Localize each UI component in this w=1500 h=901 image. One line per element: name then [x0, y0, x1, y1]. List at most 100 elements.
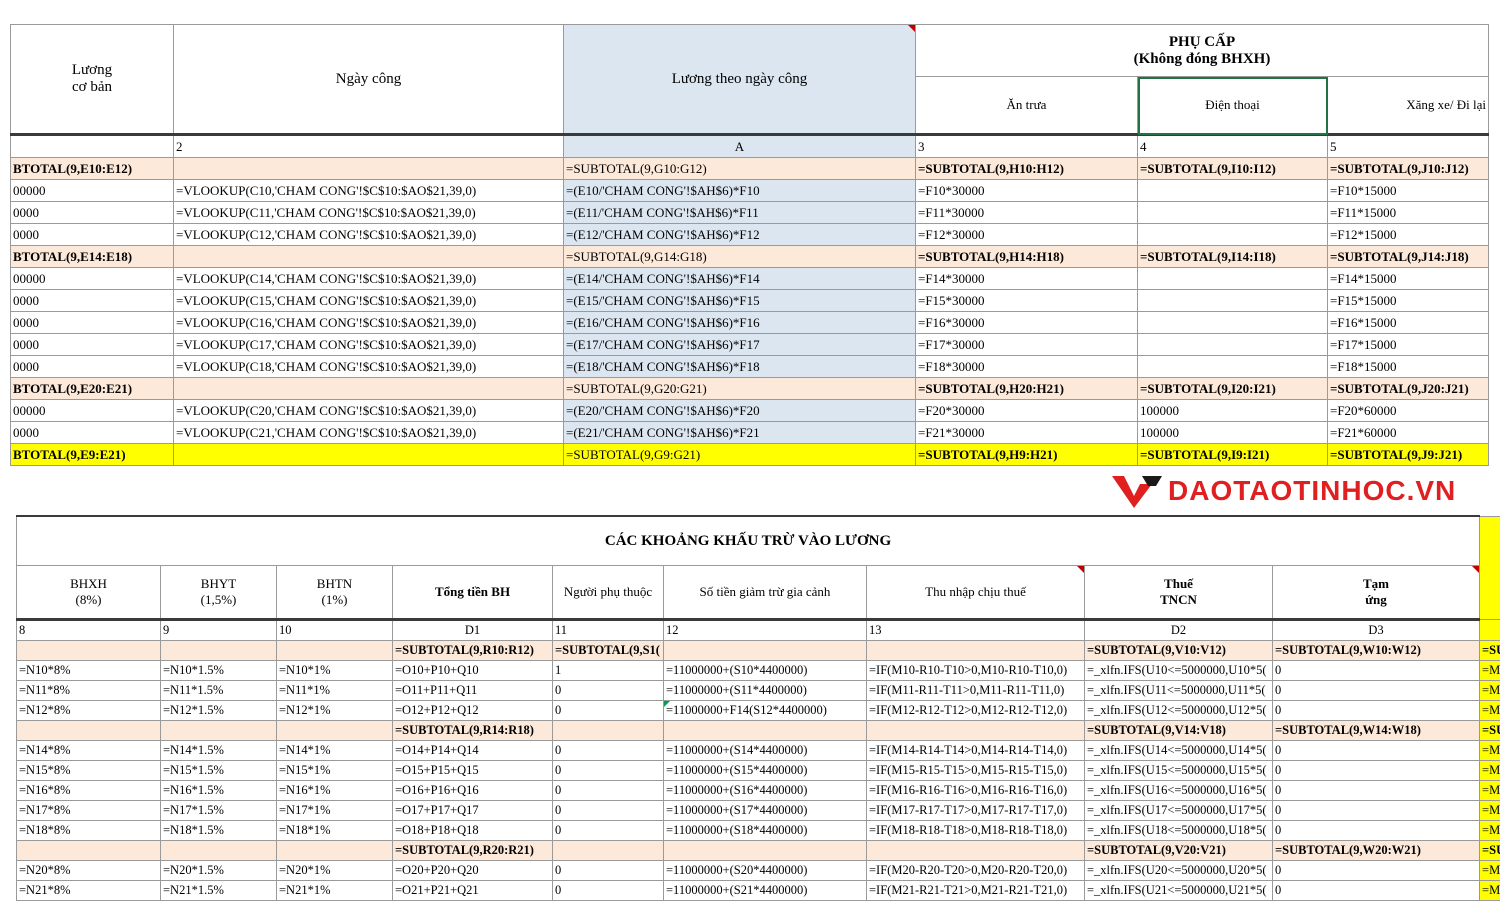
cell[interactable]: =_xlfn.IFS(U21<=5000000,U21*5( — [1085, 881, 1273, 901]
cell[interactable]: =SUBTOTAL(9,I10:I12) — [1138, 158, 1328, 180]
index-cell[interactable]: 8 — [17, 620, 161, 641]
yellow-column-cell[interactable]: =M — [1480, 801, 1500, 821]
header-ngay-cong[interactable]: Ngày công — [174, 25, 564, 135]
header-thu-nhap-chiu-thue[interactable]: Thu nhập chịu thuế — [867, 566, 1085, 620]
header-bhtn[interactable]: BHTN (1%) — [277, 566, 393, 620]
cell[interactable]: =VLOOKUP(C16,'CHAM CONG'!$C$10:$AO$21,39… — [174, 312, 564, 334]
cell[interactable]: =O12+P12+Q12 — [393, 701, 553, 721]
header-xang-xe[interactable]: Xăng xe/ Đi lại — [1328, 77, 1489, 135]
cell[interactable]: =(E14/'CHAM CONG'!$AH$6)*F14 — [564, 268, 916, 290]
cell[interactable]: =O17+P17+Q17 — [393, 801, 553, 821]
header-bhxh[interactable]: BHXH (8%) — [17, 566, 161, 620]
cell[interactable]: =N18*1% — [277, 821, 393, 841]
cell[interactable]: =VLOOKUP(C21,'CHAM CONG'!$C$10:$AO$21,39… — [174, 422, 564, 444]
cell[interactable]: =(E11/'CHAM CONG'!$AH$6)*F11 — [564, 202, 916, 224]
yellow-column-cell[interactable]: =M — [1480, 681, 1500, 701]
cell[interactable]: =SUBTOTAL(9,W10:W12) — [1273, 641, 1480, 661]
cell[interactable]: BTOTAL(9,E9:E21) — [11, 444, 174, 466]
index-cell[interactable]: 10 — [277, 620, 393, 641]
cell[interactable] — [277, 641, 393, 661]
cell[interactable]: =SUBTOTAL(9,J20:J21) — [1328, 378, 1489, 400]
cell[interactable]: =SUBTOTAL(9,J14:J18) — [1328, 246, 1489, 268]
index-cell[interactable]: A — [564, 135, 916, 158]
index-cell[interactable]: 9 — [161, 620, 277, 641]
cell[interactable]: =N12*1.5% — [161, 701, 277, 721]
cell[interactable]: =IF(M15-R15-T15>0,M15-R15-T15,0) — [867, 761, 1085, 781]
cell[interactable]: =(E12/'CHAM CONG'!$AH$6)*F12 — [564, 224, 916, 246]
yellow-column-cell[interactable]: =SU — [1480, 721, 1500, 741]
cell[interactable] — [174, 378, 564, 400]
cell[interactable]: =F15*15000 — [1328, 290, 1489, 312]
yellow-column-cell[interactable]: =M — [1480, 781, 1500, 801]
cell[interactable] — [161, 841, 277, 861]
cell[interactable]: =O21+P21+Q21 — [393, 881, 553, 901]
cell[interactable]: =11000000+(S16*4400000) — [664, 781, 867, 801]
cell[interactable] — [1138, 312, 1328, 334]
cell[interactable]: =F10*30000 — [916, 180, 1138, 202]
cell[interactable]: =F11*30000 — [916, 202, 1138, 224]
cell[interactable]: =SUBTOTAL(9,V20:V21) — [1085, 841, 1273, 861]
cell[interactable]: =F12*30000 — [916, 224, 1138, 246]
cell[interactable]: 00000 — [11, 268, 174, 290]
yellow-column-cell[interactable]: =M — [1480, 741, 1500, 761]
cell[interactable]: =(E16/'CHAM CONG'!$AH$6)*F16 — [564, 312, 916, 334]
cell[interactable]: =N14*1% — [277, 741, 393, 761]
cell[interactable]: =SUBTOTAL(9,H10:H12) — [916, 158, 1138, 180]
cell[interactable]: =F14*15000 — [1328, 268, 1489, 290]
yellow-column-cell[interactable]: =M — [1480, 861, 1500, 881]
cell[interactable]: =(E10/'CHAM CONG'!$AH$6)*F10 — [564, 180, 916, 202]
cell[interactable] — [867, 721, 1085, 741]
cell[interactable]: 0 — [1273, 801, 1480, 821]
cell[interactable]: =SUBTOTAL(9,H9:H21) — [916, 444, 1138, 466]
cell[interactable]: =N12*1% — [277, 701, 393, 721]
cell[interactable]: =11000000+(S11*4400000) — [664, 681, 867, 701]
cell[interactable] — [161, 641, 277, 661]
cell[interactable]: =N16*8% — [17, 781, 161, 801]
cell[interactable]: =SUBTOTAL(9,W14:W18) — [1273, 721, 1480, 741]
cell[interactable]: 0 — [1273, 661, 1480, 681]
cell[interactable]: =IF(M14-R14-T14>0,M14-R14-T14,0) — [867, 741, 1085, 761]
cell[interactable]: 0 — [553, 761, 664, 781]
cell[interactable] — [161, 721, 277, 741]
cell[interactable]: =11000000+(S15*4400000) — [664, 761, 867, 781]
header-thue-tncn[interactable]: Thuế TNCN — [1085, 566, 1273, 620]
cell[interactable]: =F18*15000 — [1328, 356, 1489, 378]
cell[interactable]: =N11*1% — [277, 681, 393, 701]
cell[interactable] — [174, 246, 564, 268]
cell[interactable]: =_xlfn.IFS(U20<=5000000,U20*5( — [1085, 861, 1273, 881]
cell[interactable]: =VLOOKUP(C11,'CHAM CONG'!$C$10:$AO$21,39… — [174, 202, 564, 224]
cell[interactable] — [174, 158, 564, 180]
cell[interactable] — [553, 721, 664, 741]
cell[interactable]: 00000 — [11, 400, 174, 422]
cell[interactable]: =_xlfn.IFS(U10<=5000000,U10*5( — [1085, 661, 1273, 681]
cell[interactable]: =11000000+(S17*4400000) — [664, 801, 867, 821]
cell[interactable]: =SUBTOTAL(9,J10:J12) — [1328, 158, 1489, 180]
cell[interactable]: 0000 — [11, 290, 174, 312]
yellow-column-cell[interactable]: =M — [1480, 761, 1500, 781]
cell[interactable]: =N10*1.5% — [161, 661, 277, 681]
cell[interactable]: =IF(M21-R21-T21>0,M21-R21-T21,0) — [867, 881, 1085, 901]
cell[interactable]: =SUBTOTAL(9,G14:G18) — [564, 246, 916, 268]
index-cell[interactable]: 12 — [664, 620, 867, 641]
cell[interactable]: 100000 — [1138, 400, 1328, 422]
yellow-column-cell[interactable]: =SU — [1480, 841, 1500, 861]
cell[interactable]: =VLOOKUP(C10,'CHAM CONG'!$C$10:$AO$21,39… — [174, 180, 564, 202]
cell[interactable] — [17, 641, 161, 661]
cell[interactable]: =(E21/'CHAM CONG'!$AH$6)*F21 — [564, 422, 916, 444]
cell[interactable]: 0 — [1273, 861, 1480, 881]
cell[interactable]: =SUBTOTAL(9,J9:J21) — [1328, 444, 1489, 466]
cell[interactable]: =(E17/'CHAM CONG'!$AH$6)*F17 — [564, 334, 916, 356]
header-dien-thoai[interactable]: Điện thoại — [1138, 77, 1328, 135]
cell[interactable]: 0 — [553, 781, 664, 801]
cell[interactable] — [664, 841, 867, 861]
cell[interactable]: =F16*30000 — [916, 312, 1138, 334]
cell[interactable]: =SUBTOTAL(9,W20:W21) — [1273, 841, 1480, 861]
cell[interactable] — [664, 721, 867, 741]
cell[interactable]: =SUBTOTAL(9,S1( — [553, 641, 664, 661]
cell[interactable]: =N10*1% — [277, 661, 393, 681]
header-bhyt[interactable]: BHYT (1,5%) — [161, 566, 277, 620]
cell[interactable]: 0 — [1273, 761, 1480, 781]
index-cell[interactable]: 11 — [553, 620, 664, 641]
cell[interactable]: =SUBTOTAL(9,I9:I21) — [1138, 444, 1328, 466]
yellow-column-cell[interactable]: =M — [1480, 661, 1500, 681]
